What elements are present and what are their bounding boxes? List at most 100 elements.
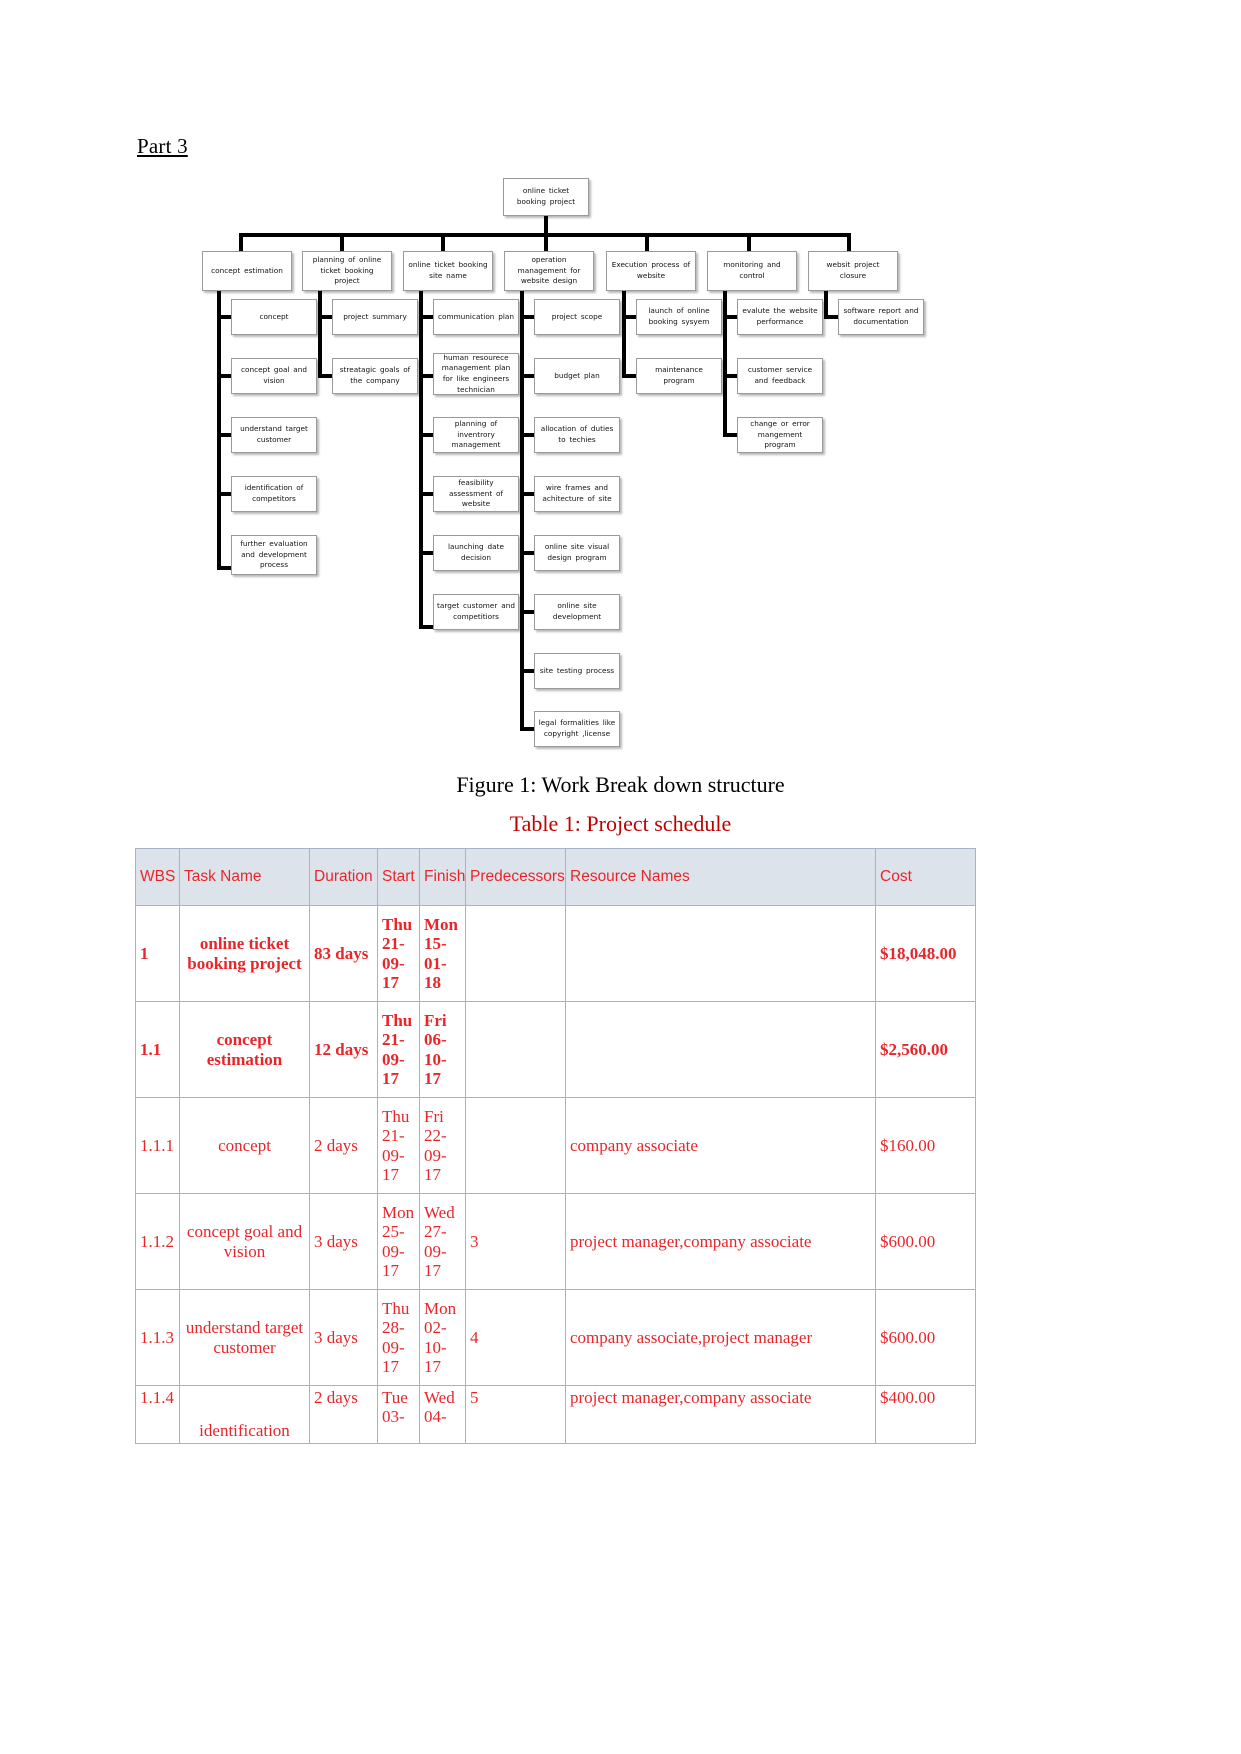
wbs-connector [318, 315, 332, 319]
wbs-connector [419, 625, 433, 629]
cell-resources: company associate,project manager [565, 1289, 876, 1386]
table-row: 1.1.3 understand target customer 3 days … [135, 1289, 976, 1386]
wbs-connector [622, 374, 636, 378]
wbs-leaf-node: communication plan [433, 299, 519, 335]
cell-cost: $18,048.00 [875, 905, 976, 1002]
wbs-leaf-node: understand target customer [231, 417, 317, 453]
wbs-connector [622, 291, 626, 378]
wbs-connector [723, 315, 737, 319]
wbs-connector [520, 669, 534, 673]
cell-predecessors [465, 1097, 566, 1194]
wbs-leaf-node: budget plan [534, 358, 620, 394]
wbs-branch-title: online ticket booking site name [403, 251, 493, 291]
cell-finish: Fri 22-09-17 [419, 1097, 466, 1194]
column-header-predecessors: Predecessors [465, 848, 566, 906]
wbs-connector [723, 291, 727, 437]
cell-finish: Wed 27-09-17 [419, 1193, 466, 1290]
wbs-branch-title: monitoring and control [707, 251, 797, 291]
wbs-connector [520, 492, 534, 496]
figure-caption: Figure 1: Work Break down structure [456, 772, 785, 797]
cell-task-name: concept [179, 1097, 310, 1194]
cell-resources [565, 1001, 876, 1098]
wbs-connector [847, 233, 851, 251]
table-header-row: WBS Task Name Duration Start Finish Pred… [135, 848, 976, 906]
wbs-connector [520, 315, 534, 319]
cell-finish: Fri 06-10-17 [419, 1001, 466, 1098]
wbs-leaf-node: human resourece management plan for like… [433, 353, 519, 395]
wbs-root-node: online ticket booking project [503, 178, 589, 216]
wbs-connector [217, 433, 231, 437]
wbs-connector [645, 233, 649, 251]
wbs-branch-title: Execution process of website [606, 251, 696, 291]
cell-wbs: 1.1.4 [135, 1385, 180, 1444]
table-caption: Table 1: Project schedule [509, 811, 732, 836]
cell-start: Thu 28-09-17 [377, 1289, 420, 1386]
wbs-leaf-node: legal formalities like copyright ,licens… [534, 711, 620, 747]
wbs-connector [520, 551, 534, 555]
wbs-connector [419, 291, 423, 629]
cell-start: Thu 21-09-17 [377, 1001, 420, 1098]
wbs-connector [622, 315, 636, 319]
wbs-leaf-node: wire frames and achitecture of site [534, 476, 620, 512]
wbs-leaf-node: project scope [534, 299, 620, 335]
cell-cost: $2,560.00 [875, 1001, 976, 1098]
document-page: Part 3 online ticket booking project con… [0, 0, 1241, 1754]
project-schedule-table: WBS Task Name Duration Start Finish Pred… [135, 848, 976, 1444]
wbs-leaf-node: software report and documentation [838, 299, 924, 335]
wbs-connector [217, 291, 221, 570]
table-row: 1 online ticket booking project 83 days … [135, 905, 976, 1002]
wbs-connector [419, 433, 433, 437]
wbs-connector [419, 374, 433, 378]
table-row: 1.1.2 concept goal and vision 3 days Mon… [135, 1193, 976, 1290]
wbs-connector [217, 315, 231, 319]
column-header-task-name: Task Name [179, 848, 310, 906]
wbs-leaf-node: site testing process [534, 653, 620, 689]
wbs-leaf-node: identification of competitors [231, 476, 317, 512]
wbs-leaf-node: customer service and feedback [737, 358, 823, 394]
wbs-connector [520, 610, 534, 614]
cell-start: Thu 21-09-17 [377, 905, 420, 1002]
wbs-connector [239, 233, 243, 251]
cell-task-name: understand target customer [179, 1289, 310, 1386]
cell-resources: project manager,company associate [565, 1193, 876, 1290]
wbs-connector [747, 233, 751, 251]
cell-task-name: concept estimation [179, 1001, 310, 1098]
wbs-branch-title: websit project closure [808, 251, 898, 291]
cell-cost: $160.00 [875, 1097, 976, 1194]
cell-finish: Mon 02-10-17 [419, 1289, 466, 1386]
wbs-connector [419, 551, 433, 555]
table-body: 1 online ticket booking project 83 days … [135, 905, 976, 1444]
wbs-leaf-node: concept goal and vision [231, 358, 317, 394]
table-row: 1.1 concept estimation 12 days Thu 21-09… [135, 1001, 976, 1098]
cell-duration: 83 days [309, 905, 378, 1002]
wbs-connector [318, 291, 322, 378]
cell-duration: 3 days [309, 1193, 378, 1290]
wbs-leaf-node: feasibility assessment of website [433, 476, 519, 512]
cell-task-name: concept goal and vision [179, 1193, 310, 1290]
column-header-cost: Cost [875, 848, 976, 906]
cell-task-name: online ticket booking project [179, 905, 310, 1002]
wbs-leaf-node: streatagic goals of the company [332, 358, 418, 394]
wbs-leaf-node: allocation of duties to techies [534, 417, 620, 453]
wbs-branch-title: planning of online ticket booking projec… [302, 251, 392, 291]
wbs-leaf-node: online site visual design program [534, 535, 620, 571]
wbs-connector [340, 233, 344, 251]
wbs-connector [217, 492, 231, 496]
wbs-connector [723, 374, 737, 378]
cell-resources: project manager,company associate [565, 1385, 876, 1444]
wbs-connector [544, 233, 548, 251]
cell-cost: $600.00 [875, 1193, 976, 1290]
table-row: 1.1.1 concept 2 days Thu 21-09-17 Fri 22… [135, 1097, 976, 1194]
page-heading: Part 3 [137, 134, 188, 158]
cell-duration: 2 days [309, 1385, 378, 1444]
wbs-connector [520, 291, 524, 731]
cell-predecessors: 3 [465, 1193, 566, 1290]
cell-finish: Wed 04- [419, 1385, 466, 1444]
wbs-connector [217, 374, 231, 378]
cell-duration: 2 days [309, 1097, 378, 1194]
wbs-connector [217, 566, 231, 570]
wbs-connector [824, 315, 838, 319]
wbs-leaf-node: concept [231, 299, 317, 335]
cell-wbs: 1.1.3 [135, 1289, 180, 1386]
wbs-connector [419, 315, 433, 319]
